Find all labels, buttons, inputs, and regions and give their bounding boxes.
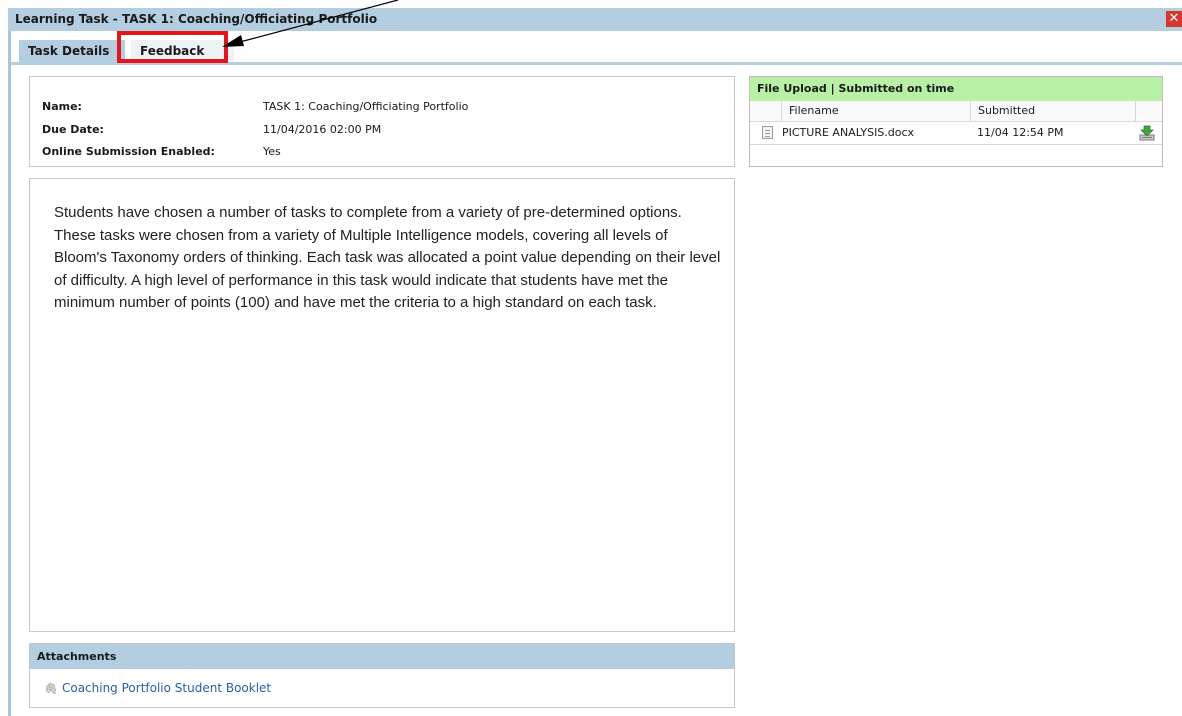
upload-action-column	[1135, 101, 1162, 121]
file-upload-panel: File Upload | Submitted on time Filename…	[749, 76, 1163, 167]
window-left-border	[8, 8, 11, 716]
task-info-panel: Name: TASK 1: Coaching/Officiating Portf…	[29, 76, 735, 167]
attachment-link[interactable]: 🖇 Coaching Portfolio Student Booklet	[44, 681, 271, 695]
highlight-box	[117, 31, 228, 63]
info-value: TASK 1: Coaching/Officiating Portfolio	[263, 100, 469, 113]
close-button[interactable]: ✕	[1166, 11, 1182, 27]
close-icon: ✕	[1168, 11, 1180, 26]
info-label: Due Date:	[42, 123, 104, 136]
document-icon	[762, 126, 773, 139]
tab-task-details-label: Task Details	[28, 44, 110, 58]
learning-task-window: Learning Task - TASK 1: Coaching/Officia…	[8, 8, 1182, 716]
info-label: Online Submission Enabled:	[42, 145, 215, 158]
task-description: Students have chosen a number of tasks t…	[54, 204, 721, 311]
task-description-panel: Students have chosen a number of tasks t…	[29, 178, 735, 632]
upload-submitted-time: 11/04 12:54 PM	[977, 126, 1064, 139]
attachments-header: Attachments	[30, 644, 734, 669]
file-upload-header: File Upload | Submitted on time	[750, 77, 1162, 101]
table-row: PICTURE ANALYSIS.docx 11/04 12:54 PM	[750, 122, 1162, 145]
title-bar: Learning Task - TASK 1: Coaching/Officia…	[8, 8, 1182, 31]
info-value: 11/04/2016 02:00 PM	[263, 123, 382, 136]
download-icon[interactable]	[1139, 125, 1155, 141]
column-header-submitted: Submitted	[970, 101, 1135, 121]
paperclip-icon: 🖇	[44, 682, 58, 695]
info-label: Name:	[42, 100, 82, 113]
upload-filename: PICTURE ANALYSIS.docx	[782, 126, 915, 139]
upload-table-header: Filename Submitted	[750, 101, 1162, 122]
window-title: Learning Task - TASK 1: Coaching/Officia…	[15, 12, 378, 26]
attachments-panel: Attachments 🖇 Coaching Portfolio Student …	[29, 643, 735, 708]
column-header-filename: Filename	[781, 101, 970, 121]
info-value: Yes	[263, 145, 281, 158]
tab-task-details[interactable]: Task Details	[19, 40, 125, 62]
upload-icon-column	[750, 101, 781, 121]
attachment-link-label: Coaching Portfolio Student Booklet	[61, 681, 272, 695]
